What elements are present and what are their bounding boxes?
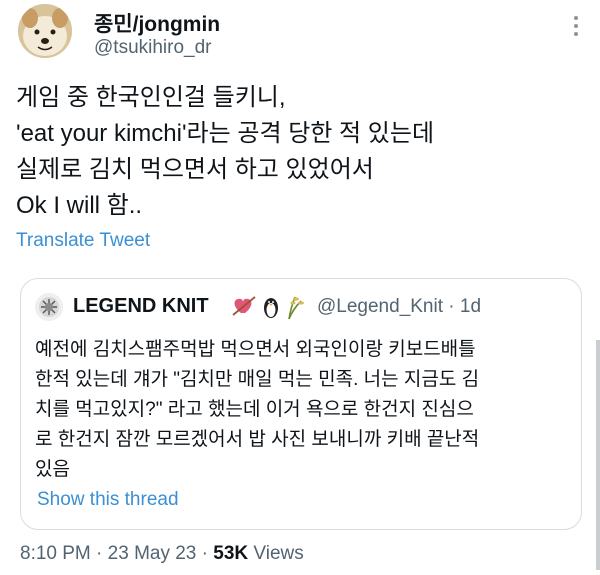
quoted-line: 예전에 김치스팸주먹밥 먹으면서 외국인이랑 키보드배틀: [35, 339, 476, 360]
author-name[interactable]: 종민/jongmin: [94, 8, 220, 38]
author-avatar[interactable]: [18, 4, 72, 58]
separator: ·: [96, 543, 103, 564]
emoji-badges: [231, 291, 311, 321]
views-count: 53K: [213, 543, 249, 564]
quoted-author-avatar[interactable]: [35, 293, 63, 321]
tweet-date[interactable]: 23 May 23: [108, 543, 197, 564]
tweet-header: 종민/jongmin @tsukihiro_dr: [16, 4, 586, 64]
quoted-author-handle[interactable]: @Legend_Knit: [317, 296, 443, 317]
quoted-author-name[interactable]: LEGEND KNIT: [73, 295, 209, 318]
rice-plant-icon: [288, 296, 304, 320]
tweet-line: 실제로 김치 먹으면서 하고 있었어서: [16, 156, 374, 183]
quoted-tweet-header: LEGEND KNIT @Legend_Knit · 1d: [35, 291, 565, 323]
author-handle[interactable]: @tsukihiro_dr: [94, 37, 212, 59]
tweet-text: 게임 중 한국인인걸 들키니, 'eat your kimchi'라는 공격 당…: [16, 80, 586, 224]
more-dots-icon[interactable]: [566, 12, 586, 42]
views-label: Views: [253, 543, 304, 564]
separator: ·: [448, 296, 455, 317]
quoted-line: 치를 먹고있지?" 라고 했는데 이거 욕으로 한건지 진심으: [35, 399, 474, 420]
quoted-line: 한적 있는데 걔가 "김치만 매일 먹는 민족. 너는 지금도 김: [35, 369, 480, 390]
heart-arrow-icon: [232, 296, 256, 316]
quoted-line: 있음: [35, 459, 70, 480]
quoted-age: 1d: [459, 296, 482, 317]
tweet-line: 게임 중 한국인인걸 들키니,: [16, 84, 286, 111]
scrollbar[interactable]: [596, 340, 600, 570]
tweet-time[interactable]: 8:10 PM: [20, 543, 91, 564]
tweet-line: Ok I will 함..: [16, 192, 143, 219]
show-thread-link[interactable]: Show this thread: [37, 489, 179, 511]
separator: ·: [201, 543, 208, 564]
tweet-meta: 8:10 PM · 23 May 23 · 53K Views: [20, 543, 304, 565]
translate-tweet-link[interactable]: Translate Tweet: [16, 230, 150, 252]
quoted-tweet-text: 예전에 김치스팸주먹밥 먹으면서 외국인이랑 키보드배틀 한적 있는데 걔가 "…: [35, 335, 575, 485]
quoted-handle-and-age[interactable]: @Legend_Knit · 1d: [317, 296, 481, 318]
quoted-tweet-card[interactable]: LEGEND KNIT @Legend_Knit · 1d 예전에 김치스팸주먹…: [20, 278, 582, 530]
quoted-line: 로 한건지 잠깐 모르겠어서 밥 사진 보내니까 키배 끝난적: [35, 429, 480, 450]
penguin-icon: [264, 298, 278, 318]
tweet-line: 'eat your kimchi'라는 공격 당한 적 있는데: [16, 120, 435, 147]
